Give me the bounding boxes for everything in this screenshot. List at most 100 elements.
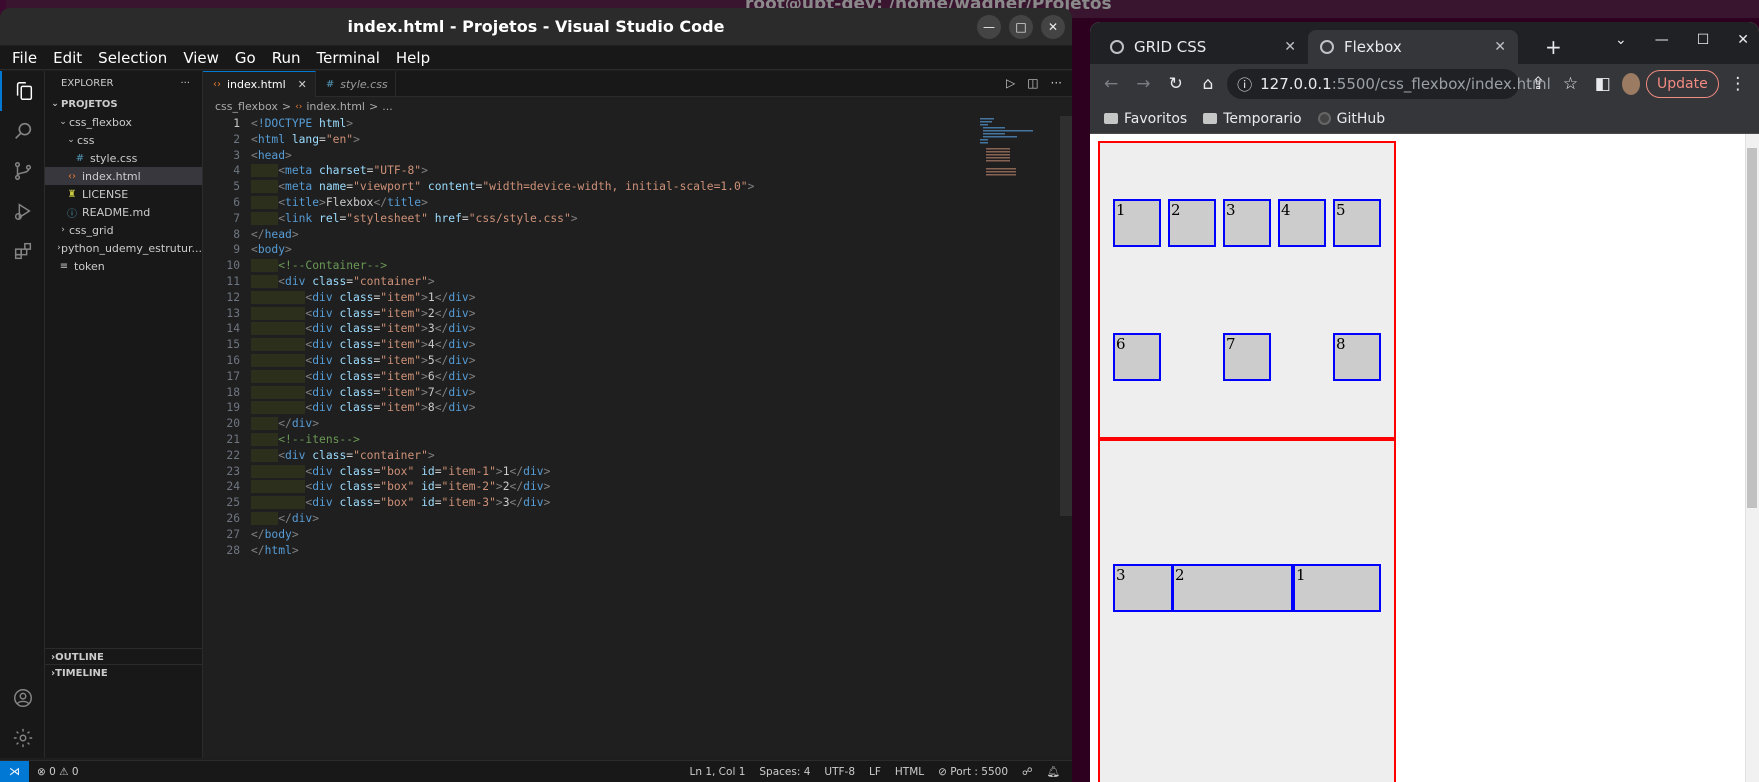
maximize-button[interactable]: ☐ xyxy=(1697,32,1710,48)
menu-file[interactable]: File xyxy=(4,49,45,67)
code-token: html xyxy=(312,117,347,130)
file-tree-item[interactable]: ‹› index.html xyxy=(45,167,202,185)
code-token xyxy=(251,385,306,399)
run-icon[interactable]: ▷ xyxy=(1006,76,1015,90)
menu-run[interactable]: Run xyxy=(264,49,309,67)
menu-help[interactable]: Help xyxy=(388,49,438,67)
language-mode[interactable]: HTML xyxy=(895,766,924,778)
eol-status[interactable]: LF xyxy=(869,766,881,778)
timeline-section[interactable]: › TIMELINE xyxy=(45,664,203,682)
code-line: 19 <div class="item">8</div> xyxy=(203,400,1058,416)
cursor-position[interactable]: Ln 1, Col 1 xyxy=(689,766,745,778)
code-text: <div class="item">6</div> xyxy=(248,369,476,385)
file-tree-item[interactable]: › python_udemy_estrutur... xyxy=(45,239,202,257)
forward-icon[interactable]: → xyxy=(1130,68,1156,100)
extensions-icon[interactable] xyxy=(0,231,45,271)
menu-terminal[interactable]: Terminal xyxy=(309,49,388,67)
line-number: 7 xyxy=(233,211,240,225)
line-number: 15 xyxy=(226,338,240,352)
code-token: "css/style.css" xyxy=(468,211,571,225)
editor-scrollbar[interactable] xyxy=(1060,116,1072,516)
bookmark-github[interactable]: GitHub xyxy=(1317,111,1385,127)
file-tree-item[interactable]: ≡ token xyxy=(45,257,202,275)
html-file-icon: ‹› xyxy=(295,101,303,112)
text-file-icon: ≡ xyxy=(59,260,69,272)
remote-indicator-icon[interactable]: ⋊ xyxy=(0,760,29,782)
close-tab-icon[interactable]: ✕ xyxy=(1284,39,1296,55)
workspace-label: PROJETOS xyxy=(61,98,118,110)
close-button[interactable]: ✕ xyxy=(1041,15,1065,39)
code-token: > xyxy=(495,496,503,510)
feedback-icon[interactable]: ☍ xyxy=(1022,766,1033,778)
source-control-icon[interactable] xyxy=(0,151,45,191)
code-token: body xyxy=(257,243,286,257)
gear-icon[interactable] xyxy=(0,718,45,758)
encoding-status[interactable]: UTF-8 xyxy=(824,766,855,778)
menu-view[interactable]: View xyxy=(175,49,227,67)
share-icon[interactable]: ⇪ xyxy=(1525,68,1551,100)
minimize-button[interactable]: — xyxy=(1655,32,1669,48)
menu-edit[interactable]: Edit xyxy=(45,49,90,67)
code-editor[interactable]: 1 <!DOCTYPE html> 2 <html lang="en"> 3 <head>… xyxy=(203,116,1058,758)
scrollbar-thumb[interactable] xyxy=(1747,148,1757,508)
maximize-button[interactable]: □ xyxy=(1009,15,1033,39)
back-icon[interactable]: ← xyxy=(1098,68,1124,100)
file-tree-item[interactable]: ♜ LICENSE xyxy=(45,185,202,203)
close-button[interactable]: ✕ xyxy=(1737,32,1749,48)
close-tab-icon[interactable]: ✕ xyxy=(298,78,307,91)
reload-icon[interactable]: ↻ xyxy=(1163,68,1189,100)
code-token: div xyxy=(312,353,333,367)
code-line: 10 <!--Container--> xyxy=(203,258,1058,274)
search-icon[interactable] xyxy=(0,111,45,151)
more-actions-icon[interactable]: ··· xyxy=(1051,76,1062,90)
breadcrumb-symbol[interactable]: ... xyxy=(382,100,393,113)
file-tree-item[interactable]: ⌄ css xyxy=(45,131,202,149)
browser-tab-grid-css[interactable]: GRID CSS ✕ xyxy=(1098,30,1308,64)
code-token: meta xyxy=(285,180,313,194)
code-token: charset xyxy=(312,164,367,178)
side-panel-icon[interactable]: ◧ xyxy=(1590,68,1616,100)
breadcrumb-folder[interactable]: css_flexbox xyxy=(215,100,278,113)
file-tree-item[interactable]: ⓘ README.md xyxy=(45,203,202,221)
new-tab-button[interactable]: + xyxy=(1545,35,1562,59)
more-actions-icon[interactable]: ··· xyxy=(180,78,190,89)
minimap[interactable] xyxy=(980,118,1050,178)
split-editor-icon[interactable]: ◫ xyxy=(1027,76,1038,90)
browser-window-controls: ⌄ — ☐ ✕ xyxy=(1615,32,1749,48)
indentation-status[interactable]: Spaces: 4 xyxy=(759,766,810,778)
code-token: > xyxy=(468,306,476,320)
code-token: < xyxy=(251,148,258,162)
breadcrumb-file[interactable]: index.html xyxy=(306,100,365,113)
profile-avatar[interactable] xyxy=(1621,73,1641,95)
code-token: <!--itens--> xyxy=(278,432,360,446)
page-scrollbar[interactable] xyxy=(1745,134,1759,782)
bookmark-star-icon[interactable]: ☆ xyxy=(1557,68,1583,100)
tab-search-icon[interactable]: ⌄ xyxy=(1615,32,1627,48)
browser-tab-flexbox[interactable]: Flexbox ✕ xyxy=(1308,30,1518,64)
tab-index-html[interactable]: ‹› index.html ✕ xyxy=(203,71,316,97)
kebab-menu-icon[interactable]: ⋮ xyxy=(1725,68,1751,100)
minimize-button[interactable]: — xyxy=(977,15,1001,39)
code-token xyxy=(251,259,279,273)
update-button[interactable]: Update xyxy=(1646,70,1719,98)
bookmark-favoritos[interactable]: Favoritos xyxy=(1104,111,1187,127)
tab-style-css[interactable]: # style.css xyxy=(316,71,396,97)
close-tab-icon[interactable]: ✕ xyxy=(1494,39,1506,55)
account-icon[interactable] xyxy=(0,678,45,718)
bookmark-temporario[interactable]: Temporario xyxy=(1203,111,1302,127)
explorer-icon[interactable] xyxy=(0,71,45,111)
file-tree-item[interactable]: # style.css xyxy=(45,149,202,167)
live-server-port[interactable]: ⊘ Port : 5500 xyxy=(938,766,1008,778)
bell-icon[interactable]: 🔔︎ xyxy=(1047,765,1060,778)
workspace-root[interactable]: ⌄ PROJETOS xyxy=(45,95,202,113)
home-icon[interactable]: ⌂ xyxy=(1195,68,1221,100)
address-bar[interactable]: ⓘ 127.0.0.1:5500/css_flexbox/index.html xyxy=(1227,69,1551,99)
info-icon[interactable]: ⓘ xyxy=(1237,74,1252,95)
menu-selection[interactable]: Selection xyxy=(90,49,175,67)
run-debug-icon[interactable] xyxy=(0,191,45,231)
menu-go[interactable]: Go xyxy=(227,49,264,67)
code-token xyxy=(251,180,279,194)
problems-status[interactable]: ⊗ 0 ⚠ 0 xyxy=(29,766,79,778)
file-tree-item[interactable]: ⌄ css_flexbox xyxy=(45,113,202,131)
file-tree-item[interactable]: › css_grid xyxy=(45,221,202,239)
